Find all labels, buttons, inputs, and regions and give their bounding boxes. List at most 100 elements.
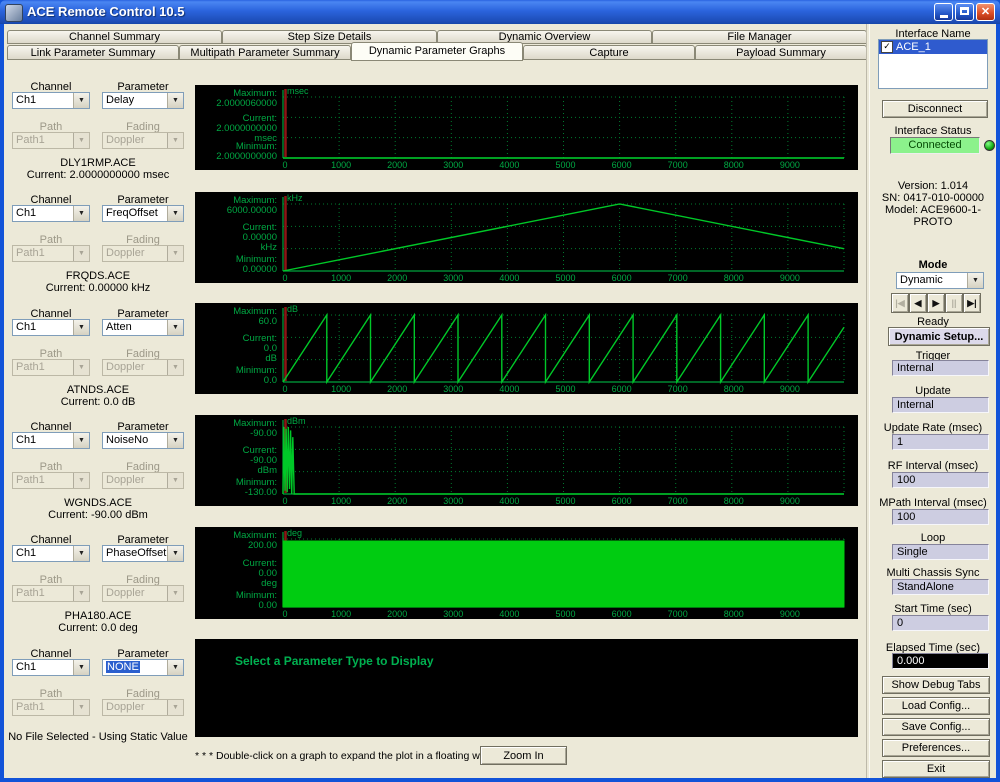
chevron-down-icon: ▼: [73, 433, 89, 448]
svg-text:3000: 3000: [443, 160, 463, 170]
chevron-down-icon: ▼: [167, 206, 183, 221]
zoom-in-button[interactable]: Zoom In: [480, 746, 567, 765]
graph-panel-freqoffset[interactable]: 0100020003000400050006000700080009000kHz…: [195, 192, 858, 283]
file-name-2: FRQDS.ACE: [2, 270, 194, 282]
parameter-select-4-value: NoiseNo: [103, 433, 167, 448]
preferences-button[interactable]: Preferences...: [882, 739, 990, 757]
svg-text:60.0: 60.0: [259, 316, 278, 327]
chevron-down-icon: ▼: [73, 246, 89, 261]
svg-text:5000: 5000: [555, 496, 575, 506]
show-debug-tabs-button[interactable]: Show Debug Tabs: [882, 676, 990, 694]
tab-dynamic-parameter-graphs[interactable]: Dynamic Parameter Graphs: [351, 42, 523, 61]
fading-select-3-value: Doppler: [103, 360, 167, 375]
save-config-button[interactable]: Save Config...: [882, 718, 990, 736]
parameter-select-3[interactable]: Atten▼: [102, 319, 184, 336]
channel-select-4[interactable]: Ch1▼: [12, 432, 90, 449]
load-config-button[interactable]: Load Config...: [882, 697, 990, 715]
start-time-label: Start Time (sec): [870, 603, 996, 615]
svg-text:0: 0: [282, 273, 287, 283]
fading-select-5-value: Doppler: [103, 586, 167, 601]
file-name-5: PHA180.ACE: [2, 610, 194, 622]
tab-capture[interactable]: Capture: [523, 45, 695, 60]
svg-text:1000: 1000: [331, 273, 351, 283]
update-field[interactable]: Internal: [892, 397, 989, 413]
channel-select-4-value: Ch1: [13, 433, 73, 448]
title-bar[interactable]: ACE Remote Control 10.5 ✕: [0, 0, 1000, 24]
trigger-field[interactable]: Internal: [892, 360, 989, 376]
chevron-down-icon: ▼: [167, 93, 183, 108]
play-button[interactable]: ▶: [927, 293, 945, 313]
chevron-down-icon: ▼: [73, 360, 89, 375]
graph-panel-none[interactable]: Select a Parameter Type to Display: [195, 639, 858, 737]
parameter-select-1[interactable]: Delay▼: [102, 92, 184, 109]
fading-select-2-value: Doppler: [103, 246, 167, 261]
fading-select-3: Doppler▼: [102, 359, 184, 376]
loop-field[interactable]: Single: [892, 544, 989, 560]
graph-panel-atten[interactable]: 0100020003000400050006000700080009000dBM…: [195, 303, 858, 394]
tab-multipath-parameter-summary[interactable]: Multipath Parameter Summary: [179, 45, 351, 60]
tab-link-parameter-summary[interactable]: Link Parameter Summary: [7, 45, 179, 60]
svg-text:4000: 4000: [499, 609, 519, 619]
file-name-3: ATNDS.ACE: [2, 384, 194, 396]
parameter-select-5[interactable]: PhaseOffset▼: [102, 545, 184, 562]
channel-select-6[interactable]: Ch1▼: [12, 659, 90, 676]
svg-text:0.00000: 0.00000: [243, 264, 277, 275]
graph-panel-noiseno[interactable]: 0100020003000400050006000700080009000dBm…: [195, 415, 858, 506]
channel-select-5[interactable]: Ch1▼: [12, 545, 90, 562]
parameter-select-4[interactable]: NoiseNo▼: [102, 432, 184, 449]
svg-text:2000: 2000: [387, 496, 407, 506]
svg-text:7000: 7000: [668, 609, 688, 619]
graph-panel-phaseoffset[interactable]: 0100020003000400050006000700080009000deg…: [195, 527, 858, 619]
svg-text:Select a Parameter Type to Dis: Select a Parameter Type to Display: [235, 654, 434, 668]
channel-select-1[interactable]: Ch1▼: [12, 92, 90, 109]
tab-channel-summary[interactable]: Channel Summary: [7, 30, 222, 44]
svg-text:1000: 1000: [331, 160, 351, 170]
exit-button[interactable]: Exit: [882, 760, 990, 778]
chevron-down-icon: ▼: [73, 206, 89, 221]
chevron-down-icon: ▼: [73, 546, 89, 561]
svg-text:9000: 9000: [780, 609, 800, 619]
svg-text:4000: 4000: [499, 384, 519, 394]
parameter-select-6[interactable]: NONE▼: [102, 659, 184, 676]
svg-text:9000: 9000: [780, 160, 800, 170]
app-window: ACE Remote Control 10.5 ✕ Channel Summar…: [0, 0, 1000, 782]
svg-text:6000.00000: 6000.00000: [227, 205, 277, 216]
svg-text:2000: 2000: [387, 273, 407, 283]
tab-payload-summary[interactable]: Payload Summary: [695, 45, 867, 60]
svg-text:dBm: dBm: [287, 416, 306, 426]
interface-list-item[interactable]: ✓ ACE_1: [879, 40, 987, 54]
mpath-interval-field[interactable]: 100: [892, 509, 989, 525]
fading-select-2: Doppler▼: [102, 245, 184, 262]
disconnect-button[interactable]: Disconnect: [882, 100, 988, 118]
graph-panel-delay[interactable]: 0100020003000400050006000700080009000mse…: [195, 85, 858, 170]
svg-text:5000: 5000: [555, 160, 575, 170]
start-time-field[interactable]: 0: [892, 615, 989, 631]
svg-text:9000: 9000: [780, 273, 800, 283]
dynamic-setup-button[interactable]: Dynamic Setup...: [888, 327, 990, 346]
serial-number-text: SN: 0417-010-00000: [870, 192, 996, 204]
channel-select-2[interactable]: Ch1▼: [12, 205, 90, 222]
fading-select-5: Doppler▼: [102, 585, 184, 602]
step-back-button[interactable]: ◀: [909, 293, 927, 313]
rf-interval-field[interactable]: 100: [892, 472, 989, 488]
interface-checkbox[interactable]: ✓: [881, 41, 893, 53]
svg-text:6000: 6000: [612, 273, 632, 283]
chevron-down-icon: ▼: [73, 700, 89, 715]
channel-select-3[interactable]: Ch1▼: [12, 319, 90, 336]
file-name-1: DLY1RMP.ACE: [2, 157, 194, 169]
svg-text:6000: 6000: [612, 160, 632, 170]
chevron-down-icon: ▼: [167, 433, 183, 448]
graph-svg-none: Select a Parameter Type to Display: [195, 639, 858, 737]
parameter-select-2[interactable]: FreqOffset▼: [102, 205, 184, 222]
svg-text:8000: 8000: [724, 160, 744, 170]
tab-file-manager[interactable]: File Manager: [652, 30, 867, 44]
interface-listbox[interactable]: ✓ ACE_1: [878, 39, 988, 89]
step-forward-button[interactable]: ▶|: [963, 293, 981, 313]
svg-text:0: 0: [282, 609, 287, 619]
path-select-5: Path1▼: [12, 585, 90, 602]
mode-select[interactable]: Dynamic ▼: [896, 272, 984, 289]
multi-chassis-sync-field[interactable]: StandAlone: [892, 579, 989, 595]
update-rate-field[interactable]: 1: [892, 434, 989, 450]
svg-text:7000: 7000: [668, 160, 688, 170]
fading-select-4: Doppler▼: [102, 472, 184, 489]
